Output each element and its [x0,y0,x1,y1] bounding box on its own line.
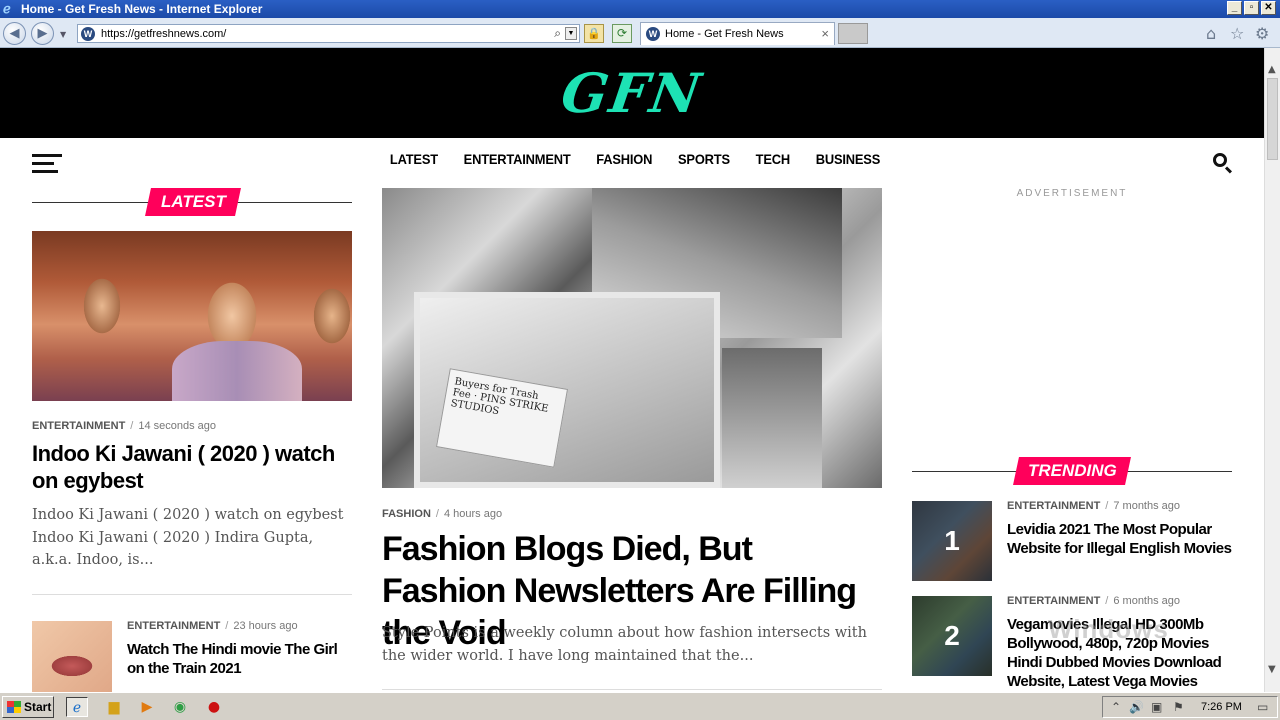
taskbar-clock[interactable]: 7:26 PM [1201,701,1242,713]
system-tray: ⌃ 🔊 ▣ ⚑ 7:26 PM ▭ [1102,696,1278,718]
windows-watermark: Windows [1048,614,1169,644]
search-icon[interactable] [1212,152,1234,174]
post-time: 23 hours ago [233,620,298,632]
address-bar[interactable]: W https://getfreshnews.com/ ⌕ ▼ [77,24,580,43]
browser-tab[interactable]: W Home - Get Fresh News × [640,22,835,45]
windows-flag-icon [7,701,21,713]
tab-close-icon[interactable]: × [821,26,829,41]
advertisement-label: ADVERTISEMENT [1016,188,1128,199]
volume-icon[interactable]: 🔊 [1129,700,1144,714]
scrollbar-thumb[interactable] [1267,78,1278,160]
start-button[interactable]: Start [2,696,54,718]
gear-icon[interactable]: ⚙ [1255,24,1269,43]
divider [32,594,352,595]
tab-title: Home - Get Fresh News [665,28,784,40]
wordpress-favicon-icon: W [81,26,95,41]
latest-second-title[interactable]: Watch The Hindi movie The Girl on the Tr… [127,640,352,678]
home-icon[interactable]: ⌂ [1206,24,1216,43]
latest-featured-image[interactable] [32,231,352,401]
network-icon[interactable]: ▣ [1151,700,1162,714]
chrome-icon[interactable]: ◉ [169,697,191,717]
latest-heading: LATEST [145,188,241,216]
main-navigation: LATEST ENTERTAINMENT FASHION SPORTS TECH… [390,151,880,167]
category-label[interactable]: FASHION [382,508,431,520]
main-story-meta: FASHION/4 hours ago [382,508,503,520]
post-time: 14 seconds ago [138,420,217,432]
latest-section-header: LATEST [32,188,352,218]
restore-button[interactable]: ▫ [1244,1,1259,15]
history-dropdown-icon[interactable]: ▼ [60,30,66,39]
tray-expand-icon[interactable]: ⌃ [1111,700,1121,714]
window-title-bar[interactable]: ℯ Home - Get Fresh News - Internet Explo… [0,0,1280,18]
category-label[interactable]: ENTERTAINMENT [127,620,220,632]
post-time: 7 months ago [1113,500,1181,512]
trending-meta-1: ENTERTAINMENT/7 months ago [1007,500,1181,512]
trending-rank: 2 [912,596,992,676]
category-label[interactable]: ENTERTAINMENT [1007,500,1100,512]
nav-item-business[interactable]: BUSINESS [816,151,881,167]
tab-favicon-icon: W [646,27,660,41]
favorites-star-icon[interactable]: ☆ [1230,24,1244,43]
nav-item-entertainment[interactable]: ENTERTAINMENT [464,151,571,167]
ie-icon: ℯ [3,1,11,16]
scroll-up-icon[interactable]: ▲ [1268,64,1276,75]
post-time: 4 hours ago [443,508,503,520]
window-title: Home - Get Fresh News - Internet Explore… [21,2,263,16]
window-controls: _ ▫ ✕ [1227,1,1276,15]
latest-featured-meta: ENTERTAINMENT/14 seconds ago [32,420,217,432]
minimize-button[interactable]: _ [1227,1,1242,15]
main-story-image[interactable]: Buyers for Trash Fee · PINS STRIKE STUDI… [382,188,882,488]
new-tab-button[interactable] [838,23,868,44]
ie-taskbar-icon[interactable]: ℯ [66,697,88,717]
browser-toolbar: ◀ ▶ ▼ W https://getfreshnews.com/ ⌕ ▼ 🔒 … [0,18,1280,48]
refresh-icon[interactable]: ⟳ [612,24,632,43]
media-player-icon[interactable]: ▶ [136,697,158,717]
latest-second-thumbnail[interactable] [32,621,112,692]
hamburger-menu-icon[interactable] [32,154,62,173]
nav-item-fashion[interactable]: FASHION [596,151,652,167]
nav-item-tech[interactable]: TECH [756,151,791,167]
masthead: GFN [0,48,1264,138]
site-logo[interactable]: GFN [533,61,732,125]
address-url[interactable]: https://getfreshnews.com/ [101,28,226,40]
category-label[interactable]: ENTERTAINMENT [1007,595,1100,607]
main-story-excerpt: Style Points is a weekly column about ho… [382,625,867,664]
nav-item-sports[interactable]: SPORTS [678,151,730,167]
trending-thumbnail-1[interactable]: 1 [912,501,992,581]
back-button[interactable]: ◀ [3,22,26,45]
vertical-scrollbar[interactable]: ▲ ▼ [1264,48,1280,692]
trending-heading: TRENDING [1013,457,1131,485]
taskbar: Start ℯ ▆ ▶ ◉ ● ⌃ 🔊 ▣ ⚑ 7:26 PM ▭ [0,692,1280,720]
trending-thumbnail-2[interactable]: 2 [912,596,992,676]
forward-button[interactable]: ▶ [31,22,54,45]
lock-icon[interactable]: 🔒 [584,24,604,43]
nav-item-latest[interactable]: LATEST [390,151,438,167]
address-dropdown-icon[interactable]: ▼ [565,27,577,40]
folder-icon[interactable]: ▆ [103,697,125,717]
opera-icon[interactable]: ● [203,697,225,717]
latest-featured-title[interactable]: Indoo Ki Jawani ( 2020 ) watch on egybes… [32,440,352,494]
web-page: GFN LATEST ENTERTAINMENT FASHION SPORTS … [0,48,1264,692]
address-search-icon[interactable]: ⌕ [554,26,561,41]
action-center-flag-icon[interactable]: ⚑ [1173,700,1184,714]
latest-featured-excerpt: Indoo Ki Jawani ( 2020 ) watch on egybes… [32,507,344,568]
category-label[interactable]: ENTERTAINMENT [32,420,125,432]
trending-title-1[interactable]: Levidia 2021 The Most Popular Website fo… [1007,520,1232,558]
latest-second-meta: ENTERTAINMENT/23 hours ago [127,620,298,632]
trending-meta-2: ENTERTAINMENT/6 months ago [1007,595,1181,607]
post-time: 6 months ago [1113,595,1181,607]
divider [382,689,882,690]
trending-section-header: TRENDING [912,457,1232,487]
trending-rank: 1 [912,501,992,581]
show-desktop-icon[interactable]: ▭ [1257,700,1268,714]
scroll-down-icon[interactable]: ▼ [1268,664,1276,675]
close-window-button[interactable]: ✕ [1261,1,1276,15]
